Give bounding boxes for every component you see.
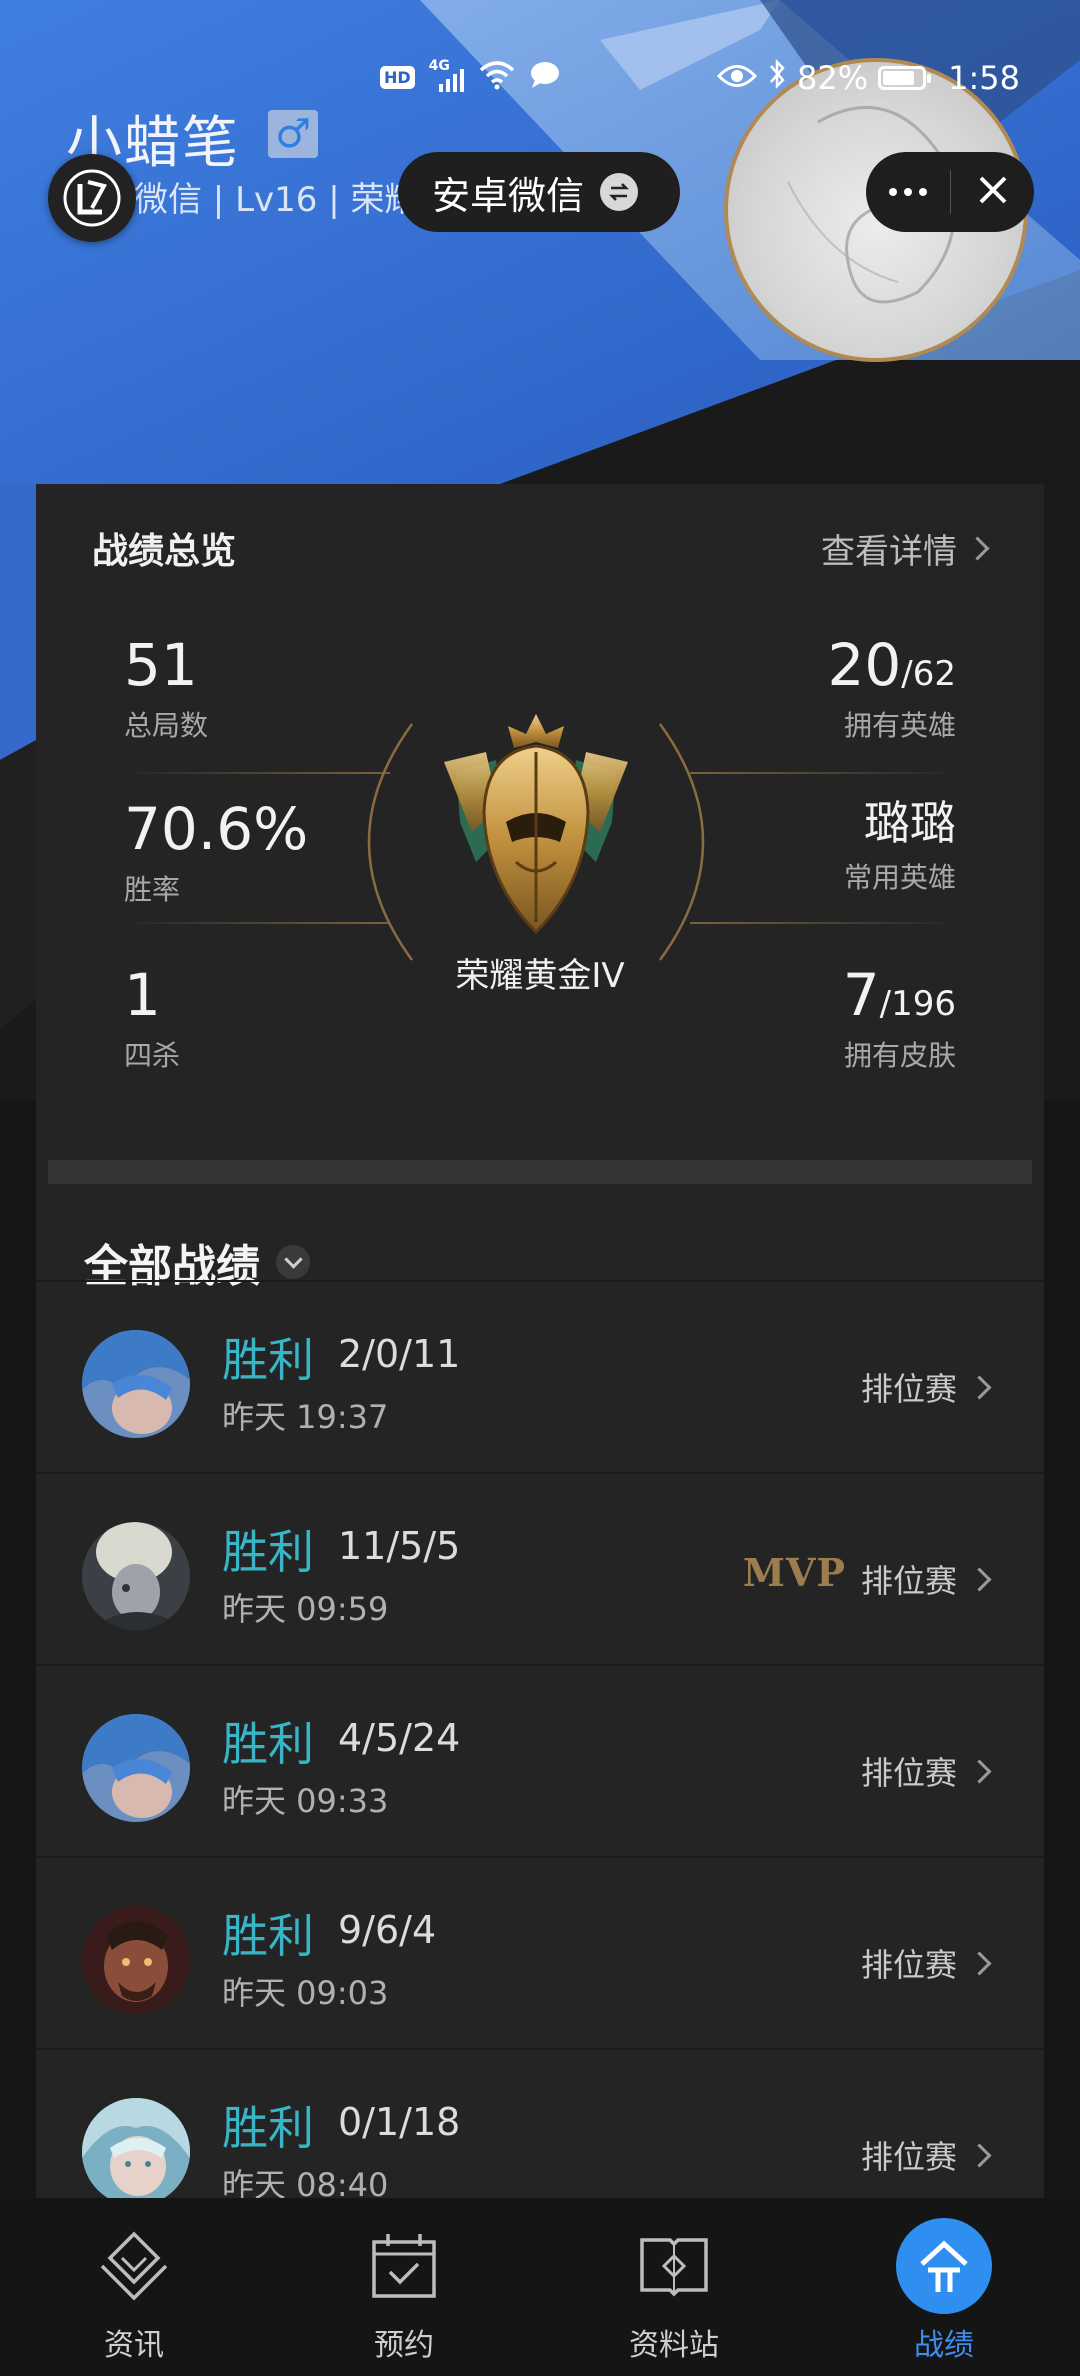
calendar-icon xyxy=(304,2216,504,2316)
hd-badge: HD xyxy=(380,65,415,89)
more-options-button[interactable] xyxy=(866,188,950,196)
hero-avatar xyxy=(82,2098,190,2206)
mvp-badge: MVP xyxy=(742,1550,846,1595)
match-kda: 9/6/4 xyxy=(338,1908,437,1952)
stat-heroes-owned: 20/62 拥有英雄 xyxy=(827,636,956,744)
match-mode: 排位赛 xyxy=(860,1748,992,1794)
match-mode: 排位赛 xyxy=(860,1556,992,1602)
battery-percent: 82% xyxy=(797,59,869,97)
chevron-down-icon xyxy=(276,1245,310,1279)
switch-wechat-label: 安卓微信 xyxy=(432,173,585,218)
nav-item-database[interactable]: 资料站 xyxy=(574,2216,774,2364)
overview-title: 战绩总览 xyxy=(92,531,237,572)
stat-label: 胜率 xyxy=(124,873,181,906)
nav-label: 战绩 xyxy=(914,2328,974,2363)
match-mode-label: 排位赛 xyxy=(860,1754,957,1792)
stat-label: 常用英雄 xyxy=(843,861,956,894)
match-kda: 4/5/24 xyxy=(338,1716,461,1760)
match-mode-label: 排位赛 xyxy=(860,1370,957,1408)
section-divider xyxy=(48,1160,1032,1184)
chevron-right-icon xyxy=(967,1566,992,1592)
cellular-signal-icon: 4G xyxy=(429,58,465,92)
match-row[interactable]: 胜利 2/0/11 昨天 19:37 排位赛 xyxy=(36,1280,1044,1472)
match-mode-label: 排位赛 xyxy=(860,2138,957,2176)
stat-value: 51 xyxy=(124,631,198,699)
record-icon xyxy=(896,2218,992,2314)
nav-item-news[interactable]: 资讯 xyxy=(34,2216,234,2364)
match-row[interactable]: 胜利 4/5/24 昨天 09:33 排位赛 xyxy=(36,1664,1044,1856)
battery-icon xyxy=(878,66,932,90)
match-mode-label: 排位赛 xyxy=(860,1562,957,1600)
close-icon xyxy=(977,174,1009,210)
chevron-right-icon xyxy=(967,2142,992,2168)
chevron-right-icon xyxy=(967,1950,992,1976)
stat-value: 70.6% xyxy=(124,795,309,863)
wifi-icon xyxy=(479,60,515,94)
match-result: 胜利 xyxy=(222,1333,314,1387)
message-icon xyxy=(529,60,561,94)
record-card: 战绩总览 查看详情 51 总局数 70.6% 胜率 1 四杀 20/62 拥有英… xyxy=(36,484,1044,2206)
rank-name: 荣耀黄金IV xyxy=(455,956,625,996)
match-mode: 排位赛 xyxy=(860,1364,992,1410)
stat-label: 拥有英雄 xyxy=(843,709,956,742)
app-logo-icon[interactable] xyxy=(48,154,136,242)
hero-avatar xyxy=(82,1330,190,1438)
nav-item-records[interactable]: 战绩 xyxy=(844,2216,1044,2364)
male-gender-icon: ♂ xyxy=(268,110,318,158)
gold-rank-emblem-icon xyxy=(444,714,628,935)
match-result: 胜利 xyxy=(222,1717,314,1771)
match-mode: 排位赛 xyxy=(860,1940,992,1986)
nav-label: 资料站 xyxy=(629,2328,719,2363)
match-row[interactable]: 胜利 9/6/4 昨天 09:03 排位赛 xyxy=(36,1856,1044,2048)
match-result: 胜利 xyxy=(222,1909,314,1963)
stat-total: /62 xyxy=(901,654,956,694)
stat-win-rate: 70.6% 胜率 xyxy=(124,800,308,908)
match-kda: 0/1/18 xyxy=(338,2100,461,2144)
nav-item-booking[interactable]: 预约 xyxy=(304,2216,504,2364)
view-details-label: 查看详情 xyxy=(821,532,957,572)
stat-value: 20 xyxy=(827,631,902,699)
stat-value: 璐璐 xyxy=(864,796,956,850)
switch-wechat-button[interactable]: 安卓微信 xyxy=(398,152,680,232)
book-icon xyxy=(574,2216,774,2316)
close-button[interactable] xyxy=(951,174,1034,210)
eye-icon xyxy=(716,59,758,97)
chevron-right-icon xyxy=(965,536,990,561)
match-list: 胜利 2/0/11 昨天 19:37 排位赛 胜利 11/5/5 昨天 09:5… xyxy=(36,1280,1044,2240)
match-time: 昨天 09:33 xyxy=(222,1782,389,1820)
match-time: 昨天 09:03 xyxy=(222,1974,389,2012)
stat-common-hero[interactable]: 璐璐 常用英雄 xyxy=(844,800,956,896)
bottom-nav: 资讯 预约 资料站 战绩 xyxy=(0,2198,1080,2376)
stat-label: 总局数 xyxy=(124,709,209,742)
match-kda: 11/5/5 xyxy=(338,1524,461,1568)
stat-label: 四杀 xyxy=(124,1039,181,1072)
status-bar: HD 4G 82% 1:58 xyxy=(0,50,1080,110)
match-row[interactable]: 胜利 11/5/5 昨天 09:59 MVP 排位赛 xyxy=(36,1472,1044,1664)
match-result: 胜利 xyxy=(222,1525,314,1579)
match-time: 昨天 09:59 xyxy=(222,1590,389,1628)
news-icon xyxy=(34,2216,234,2316)
match-kda: 2/0/11 xyxy=(338,1332,461,1376)
chevron-right-icon xyxy=(967,1758,992,1784)
view-details-link[interactable]: 查看详情 xyxy=(821,524,990,573)
miniprogram-capsule xyxy=(866,152,1034,232)
swap-icon xyxy=(600,173,639,211)
stat-total-games: 51 总局数 xyxy=(124,636,208,744)
hero-avatar xyxy=(82,1522,190,1630)
hero-avatar xyxy=(82,1906,190,2014)
match-time: 昨天 19:37 xyxy=(222,1398,389,1436)
match-mode: 排位赛 xyxy=(860,2132,992,2178)
stat-label: 拥有皮肤 xyxy=(843,1039,956,1072)
bluetooth-icon xyxy=(767,58,787,98)
hero-avatar xyxy=(82,1714,190,1822)
match-mode-label: 排位赛 xyxy=(860,1946,957,1984)
match-result: 胜利 xyxy=(222,2101,314,2155)
chevron-right-icon xyxy=(967,1374,992,1400)
nav-label: 预约 xyxy=(374,2328,434,2363)
nav-label: 资讯 xyxy=(104,2328,164,2363)
clock: 1:58 xyxy=(948,59,1020,97)
